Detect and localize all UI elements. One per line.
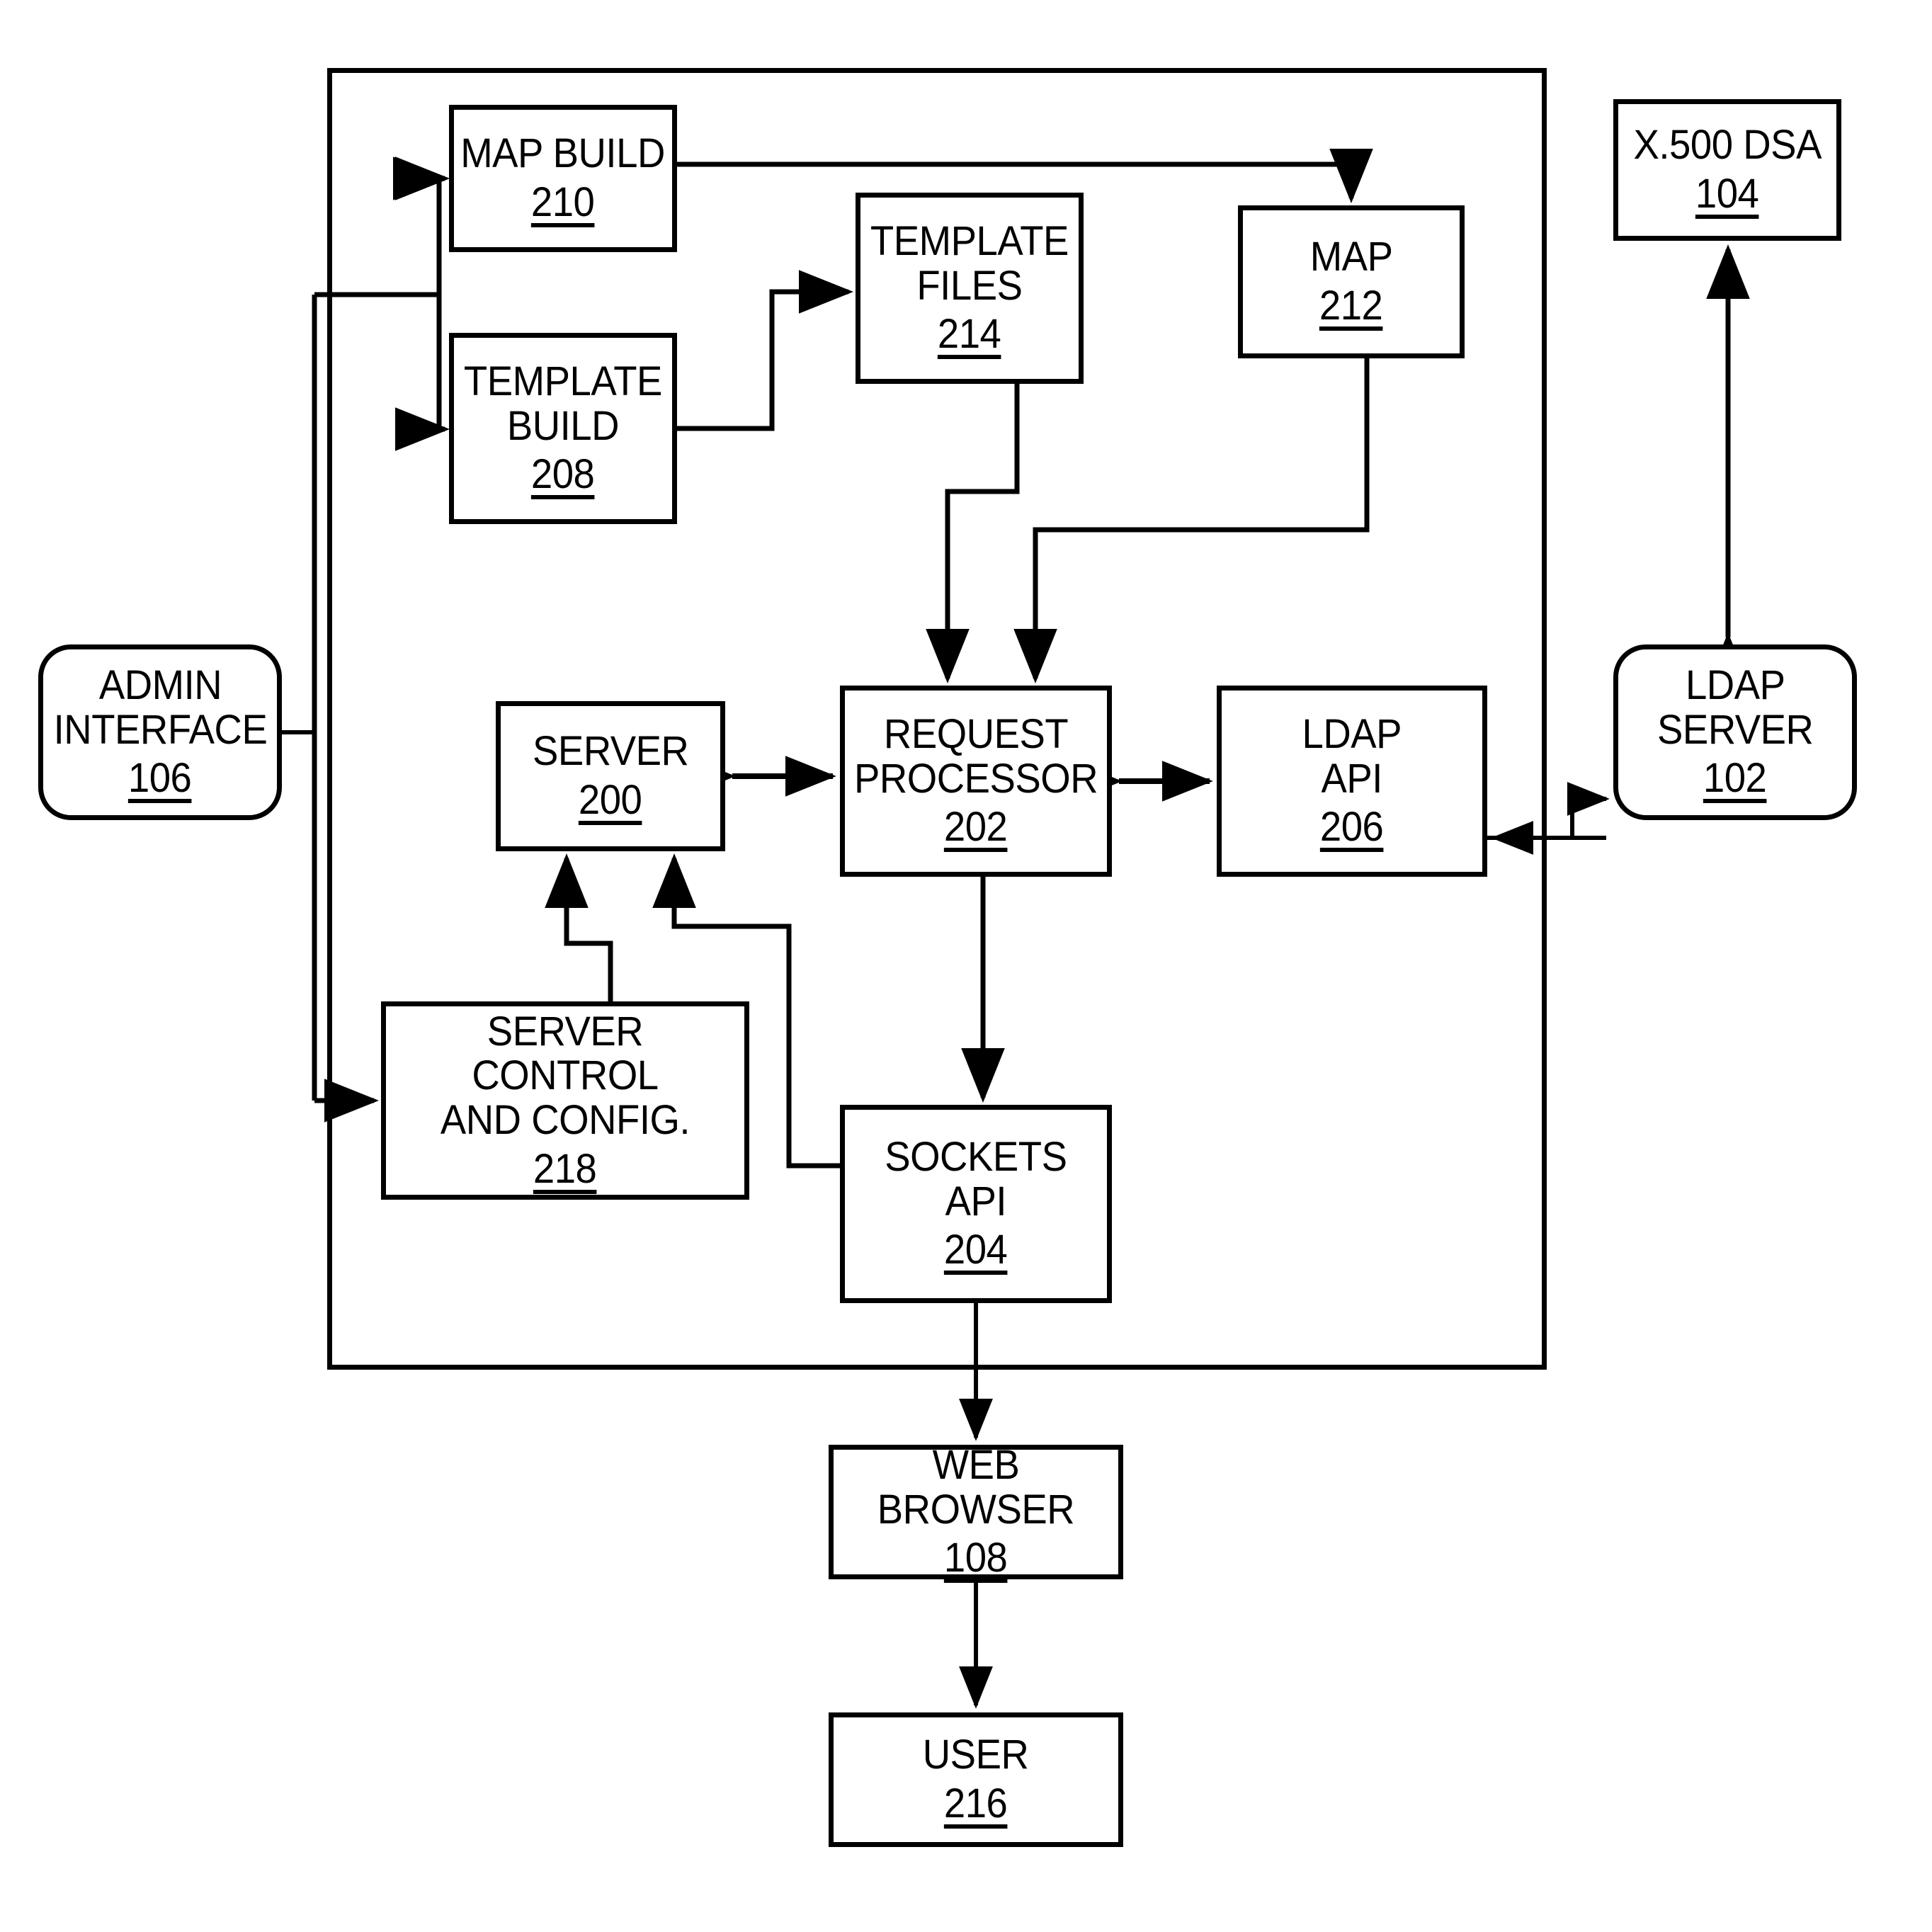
- node-user[interactable]: USER 216: [829, 1712, 1123, 1847]
- node-x500-dsa-ref: 104: [1695, 171, 1759, 217]
- node-template-files-ref: 214: [938, 311, 1001, 358]
- node-web-browser[interactable]: WEB BROWSER 108: [829, 1442, 1123, 1581]
- node-web-browser-title: WEB BROWSER: [877, 1442, 1075, 1533]
- node-admin-interface[interactable]: ADMIN INTERFACE 106: [38, 644, 282, 820]
- node-request-processor-ref: 202: [944, 804, 1008, 851]
- node-ldap-api-ref: 206: [1320, 804, 1384, 851]
- node-ldap-server[interactable]: LDAP SERVER 102: [1613, 644, 1857, 820]
- node-map-build-ref: 210: [531, 179, 595, 225]
- node-user-title: USER: [923, 1732, 1029, 1778]
- node-server-control[interactable]: SERVER CONTROL AND CONFIG. 218: [381, 1001, 749, 1200]
- node-ldap-api-title: LDAP API: [1302, 711, 1402, 802]
- node-server[interactable]: SERVER 200: [496, 701, 725, 851]
- node-server-control-title: SERVER CONTROL AND CONFIG.: [440, 1008, 691, 1143]
- node-server-ref: 200: [579, 777, 642, 823]
- node-map-ref: 212: [1319, 283, 1383, 329]
- node-server-title: SERVER: [532, 728, 689, 775]
- node-sockets-api-title: SOCKETS API: [885, 1134, 1067, 1224]
- node-admin-interface-ref: 106: [128, 755, 192, 802]
- node-template-files-title: TEMPLATE FILES: [870, 218, 1069, 309]
- node-request-processor-title: REQUEST PROCESSOR: [853, 711, 1098, 802]
- node-sockets-api[interactable]: SOCKETS API 204: [840, 1105, 1112, 1303]
- node-ldap-api[interactable]: LDAP API 206: [1217, 686, 1487, 877]
- node-x500-dsa-title: X.500 DSA: [1633, 122, 1822, 169]
- node-ldap-server-ref: 102: [1703, 755, 1767, 802]
- node-template-build-ref: 208: [531, 451, 595, 498]
- node-template-files[interactable]: TEMPLATE FILES 214: [856, 193, 1084, 384]
- node-x500-dsa[interactable]: X.500 DSA 104: [1613, 99, 1841, 241]
- node-template-build-title: TEMPLATE BUILD: [463, 358, 663, 449]
- node-web-browser-ref: 108: [944, 1535, 1008, 1581]
- node-ldap-server-title: LDAP SERVER: [1657, 662, 1814, 753]
- node-sockets-api-ref: 204: [944, 1227, 1008, 1273]
- node-map-build-title: MAP BUILD: [460, 130, 666, 177]
- node-admin-interface-title: ADMIN INTERFACE: [53, 662, 267, 753]
- node-server-control-ref: 218: [533, 1145, 597, 1192]
- node-user-ref: 216: [944, 1780, 1008, 1826]
- node-map-title: MAP: [1309, 234, 1393, 280]
- node-request-processor[interactable]: REQUEST PROCESSOR 202: [840, 686, 1112, 877]
- patent-figure: MAP BUILD 210 TEMPLATE BUILD 208 TEMPLAT…: [0, 0, 1932, 1932]
- node-template-build[interactable]: TEMPLATE BUILD 208: [449, 333, 677, 524]
- node-map[interactable]: MAP 212: [1238, 205, 1465, 358]
- node-map-build[interactable]: MAP BUILD 210: [449, 105, 677, 252]
